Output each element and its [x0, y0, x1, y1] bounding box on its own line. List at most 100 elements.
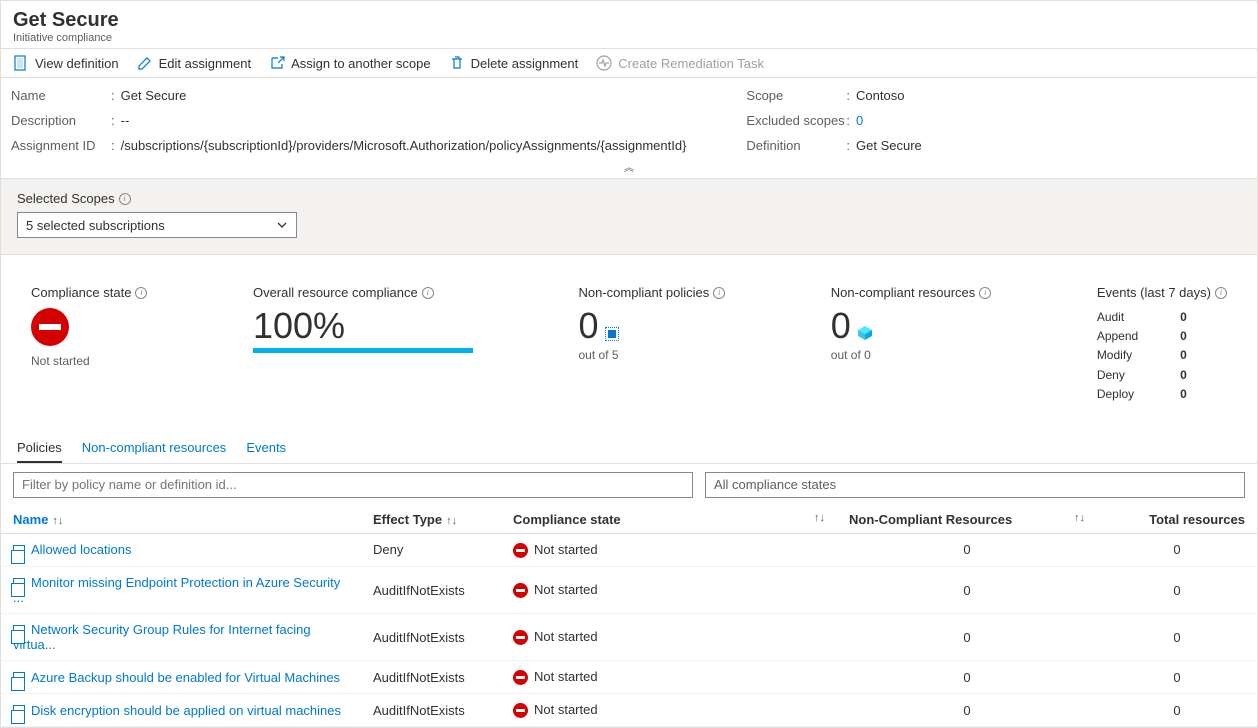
nc-cell: 0: [837, 694, 1097, 727]
tab-bar: Policies Non-compliant resources Events: [1, 434, 1257, 464]
event-deny-label: Deny: [1097, 366, 1125, 385]
pencil-icon: [137, 55, 153, 71]
command-bar: View definition Edit assignment Assign t…: [1, 48, 1257, 78]
nc-cell: 0: [837, 661, 1097, 694]
edit-assignment-button[interactable]: Edit assignment: [137, 55, 252, 71]
arrow-out-icon: [269, 55, 285, 71]
effect-cell: AuditIfNotExists: [361, 567, 501, 614]
event-modify-value: 0: [1180, 346, 1187, 365]
view-definition-button[interactable]: View definition: [13, 55, 119, 71]
effect-cell: AuditIfNotExists: [361, 614, 501, 661]
excluded-scopes-value[interactable]: 0: [856, 113, 863, 128]
info-icon[interactable]: i: [422, 287, 434, 299]
description-label: Description: [11, 113, 111, 128]
not-started-icon: [513, 583, 528, 598]
not-started-icon: [513, 670, 528, 685]
name-label: Name: [11, 88, 111, 103]
nc-cell: 0: [837, 567, 1097, 614]
noncompliant-policies-stat: Non-compliant policies i 0 out of 5: [578, 285, 725, 404]
info-icon[interactable]: i: [713, 287, 725, 299]
policy-name-link[interactable]: Disk encryption should be applied on vir…: [31, 703, 341, 718]
tab-events[interactable]: Events: [246, 434, 286, 463]
info-icon[interactable]: i: [119, 193, 131, 205]
nc-cell: 0: [837, 614, 1097, 661]
event-deploy-value: 0: [1180, 385, 1187, 404]
col-name[interactable]: Name↑↓: [1, 506, 361, 534]
trash-icon: [449, 55, 465, 71]
effect-cell: Deny: [361, 533, 501, 566]
table-row: Network Security Group Rules for Interne…: [1, 614, 1257, 661]
policy-link-icon: [13, 672, 25, 684]
overall-compliance-value: 100%: [253, 308, 473, 344]
noncompliant-policies-sub: out of 5: [578, 348, 725, 362]
total-cell: 0: [1097, 661, 1257, 694]
policy-link-icon: [13, 578, 25, 590]
info-icon[interactable]: i: [135, 287, 147, 299]
selected-scopes-label: Selected Scopes i: [17, 191, 1241, 206]
policy-name-link[interactable]: Network Security Group Rules for Interne…: [13, 622, 311, 652]
col-effect[interactable]: Effect Type↑↓: [361, 506, 501, 534]
assign-scope-button[interactable]: Assign to another scope: [269, 55, 430, 71]
state-cell: Not started: [501, 694, 837, 727]
name-value: Get Secure: [121, 88, 187, 103]
event-deploy-label: Deploy: [1097, 385, 1134, 404]
document-icon: [13, 55, 29, 71]
scopes-dropdown[interactable]: 5 selected subscriptions: [17, 212, 297, 238]
view-definition-label: View definition: [35, 56, 119, 71]
page-title: Get Secure: [13, 9, 1245, 32]
cube-icon: [857, 325, 873, 341]
stats-row: Compliance state i Not started Overall r…: [1, 255, 1257, 424]
total-cell: 0: [1097, 614, 1257, 661]
description-value: --: [121, 113, 130, 128]
event-audit-label: Audit: [1097, 308, 1124, 327]
info-icon[interactable]: i: [979, 287, 991, 299]
state-cell: Not started: [501, 567, 837, 614]
excluded-scopes-label: Excluded scopes: [746, 113, 846, 128]
state-cell: Not started: [501, 661, 837, 694]
event-audit-value: 0: [1180, 308, 1187, 327]
total-cell: 0: [1097, 694, 1257, 727]
create-remediation-button: Create Remediation Task: [596, 55, 764, 71]
definition-value: Get Secure: [856, 138, 922, 153]
compliance-state-value: Not started: [31, 354, 147, 368]
policy-link-icon: [13, 705, 25, 717]
policy-name-link[interactable]: Azure Backup should be enabled for Virtu…: [31, 670, 340, 685]
compliance-bar: [253, 348, 473, 353]
compliance-state-filter-value: All compliance states: [714, 477, 836, 492]
assignment-id-label: Assignment ID: [11, 138, 111, 153]
delete-assignment-button[interactable]: Delete assignment: [449, 55, 579, 71]
noncompliant-resources-sub: out of 0: [831, 348, 992, 362]
col-total[interactable]: Total resources: [1097, 506, 1257, 534]
not-started-icon: [513, 630, 528, 645]
not-started-icon: [31, 308, 69, 346]
policy-name-link[interactable]: Monitor missing Endpoint Protection in A…: [13, 575, 340, 605]
noncompliant-policies-value: 0: [578, 308, 598, 344]
table-row: Disk encryption should be applied on vir…: [1, 694, 1257, 727]
effect-cell: AuditIfNotExists: [361, 694, 501, 727]
info-icon[interactable]: i: [1215, 287, 1227, 299]
policy-name-link[interactable]: Allowed locations: [31, 542, 131, 557]
compliance-state-stat: Compliance state i Not started: [31, 285, 147, 404]
selected-scopes-section: Selected Scopes i 5 selected subscriptio…: [1, 178, 1257, 255]
definition-label: Definition: [746, 138, 846, 153]
tab-noncompliant-resources[interactable]: Non-compliant resources: [82, 434, 227, 463]
col-ncres[interactable]: Non-Compliant Resources↑↓: [837, 506, 1097, 534]
noncompliant-resources-value: 0: [831, 308, 851, 344]
overall-compliance-stat: Overall resource compliance i 100%: [253, 285, 473, 404]
table-row: Allowed locationsDenyNot started00: [1, 533, 1257, 566]
state-cell: Not started: [501, 614, 837, 661]
policies-table: Name↑↓ Effect Type↑↓ Compliance state↑↓ …: [1, 506, 1257, 727]
col-state[interactable]: Compliance state↑↓: [501, 506, 837, 534]
policy-link-icon: [13, 625, 25, 637]
noncompliant-resources-stat: Non-compliant resources i 0 out of 0: [831, 285, 992, 404]
scopes-dropdown-value: 5 selected subscriptions: [26, 218, 165, 233]
assignment-id-value: /subscriptions/{subscriptionId}/provider…: [121, 138, 687, 153]
tab-policies[interactable]: Policies: [17, 434, 62, 463]
policy-filter-input[interactable]: [13, 472, 693, 498]
delete-assignment-label: Delete assignment: [471, 56, 579, 71]
pulse-icon: [596, 55, 612, 71]
compliance-state-filter[interactable]: All compliance states: [705, 472, 1245, 498]
page-subtitle: Initiative compliance: [13, 32, 1245, 44]
edit-assignment-label: Edit assignment: [159, 56, 252, 71]
collapse-details-button[interactable]: ︽: [1, 159, 1257, 178]
